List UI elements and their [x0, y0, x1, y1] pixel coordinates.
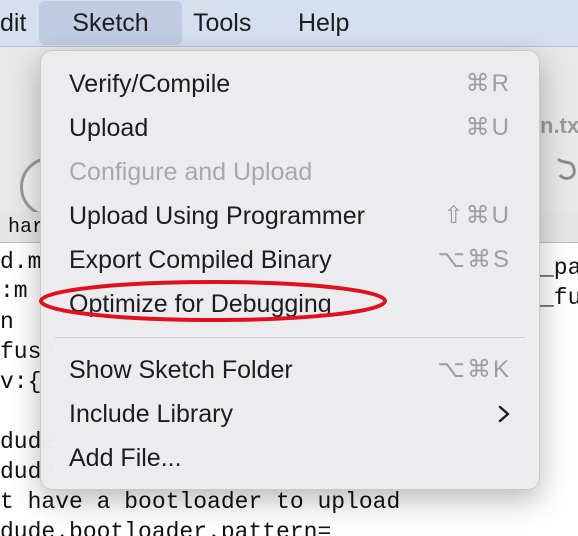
chevron-right-icon [498, 405, 510, 423]
menu-item-label: Upload [69, 114, 149, 142]
menu-item-shortcut: ⌘R [465, 70, 511, 97]
menu-item-shortcut: ⌥⌘K [437, 356, 511, 383]
menu-help[interactable]: Help [298, 0, 358, 46]
filename-fragment: n.tx [540, 113, 578, 138]
menu-item-label: Verify/Compile [69, 70, 231, 98]
menu-item-upload[interactable]: Upload ⌘U [41, 108, 539, 148]
code-fragment: _fu [540, 285, 578, 311]
menu-item-verify-compile[interactable]: Verify/Compile ⌘R [41, 64, 539, 104]
code-line: n [0, 309, 14, 335]
menu-item-show-sketch-folder[interactable]: Show Sketch Folder ⌥⌘K [41, 350, 539, 390]
code-line: :m [0, 278, 28, 304]
menu-item-include-library[interactable]: Include Library [41, 394, 539, 434]
sketch-menu: Verify/Compile ⌘R Upload ⌘U Configure an… [40, 50, 540, 490]
menu-tools[interactable]: Tools [193, 0, 263, 46]
debug-icon[interactable] [552, 155, 578, 187]
menu-item-label: Configure and Upload [69, 158, 313, 186]
menu-item-export-compiled-binary[interactable]: Export Compiled Binary ⌥⌘S [41, 240, 539, 280]
editor-tab[interactable]: har [8, 216, 44, 239]
menu-item-label: Add File... [69, 444, 182, 472]
menu-item-shortcut: ⌘U [465, 114, 511, 141]
menu-item-label: Upload Using Programmer [69, 202, 365, 230]
menu-item-label: Show Sketch Folder [69, 356, 293, 384]
menu-item-label: Include Library [69, 400, 233, 428]
menu-item-upload-using-programmer[interactable]: Upload Using Programmer ⇧⌘U [41, 196, 539, 236]
menu-bar: dit Sketch Tools Help [0, 0, 578, 47]
menu-item-shortcut: ⌥⌘S [437, 246, 511, 273]
menu-item-shortcut: ⇧⌘U [443, 202, 511, 229]
code-line: d.m [0, 249, 42, 275]
menu-item-add-file[interactable]: Add File... [41, 438, 539, 478]
code-line: dude.bootloader.pattern= [0, 519, 332, 536]
menu-item-label: Optimize for Debugging [69, 290, 332, 318]
menu-item-optimize-for-debugging[interactable]: Optimize for Debugging [41, 284, 539, 324]
menu-item-label: Export Compiled Binary [69, 246, 332, 274]
menu-item-configure-and-upload: Configure and Upload [41, 152, 539, 192]
menu-sketch[interactable]: Sketch [39, 1, 182, 45]
code-fragment: _pa [540, 255, 578, 281]
code-line: t have a bootloader to upload [0, 489, 401, 515]
code-line: v:{ [0, 369, 42, 395]
menu-edit[interactable]: dit [0, 0, 36, 46]
menu-separator [55, 337, 525, 338]
